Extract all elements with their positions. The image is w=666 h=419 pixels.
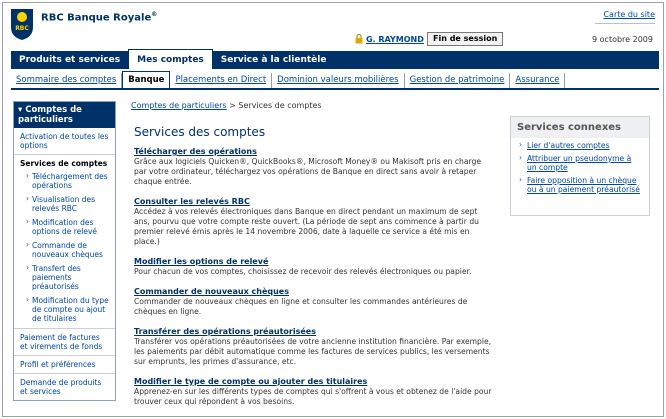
section-statements: Consulter les relevés RBC Accédez à vos … xyxy=(134,197,494,247)
brand-name: RBC Banque Royale® xyxy=(41,11,157,23)
rbc-logo[interactable]: RBC xyxy=(9,7,35,41)
section-link-statement-options[interactable]: Modifier les options de relevé xyxy=(134,257,494,267)
subtab-account-summary[interactable]: Sommaire des comptes xyxy=(11,73,123,88)
left-nav-sub-statements[interactable]: Visualisation des relevés RBC xyxy=(14,193,115,216)
brand-text: RBC Banque Royale xyxy=(41,12,152,24)
section-link-order-cheques[interactable]: Commander de nouveaux chèques xyxy=(134,287,494,297)
main-tabs: Produits et services Mes comptes Service… xyxy=(11,49,659,69)
section-order-cheques: Commander de nouveaux chèques Commander … xyxy=(134,287,494,317)
breadcrumb-current: Services de comptes xyxy=(238,101,322,110)
tab-products-services[interactable]: Produits et services xyxy=(11,51,128,69)
left-nav-sub-modify-account[interactable]: Modification du type de compte ou ajout … xyxy=(14,294,115,329)
related-services-box: Services connexes Lier d'autres comptes … xyxy=(510,116,650,216)
subtab-banking[interactable]: Banque xyxy=(122,71,171,88)
section-text-modify-account: Apprenez-en sur les différents types de … xyxy=(134,387,492,406)
brand-mark: ® xyxy=(151,11,158,18)
left-nav-sub-order-cheques[interactable]: Commande de nouveaux chèques xyxy=(14,239,115,262)
section-link-modify-account[interactable]: Modifier le type de compte ou ajouter de… xyxy=(134,377,494,387)
section-statement-options: Modifier les options de relevé Pour chac… xyxy=(134,257,494,277)
section-text-download: Grâce aux logiciels Quicken®, QuickBooks… xyxy=(134,157,481,186)
section-link-transfer-preauth[interactable]: Transférer des opérations préautorisées xyxy=(134,327,494,337)
sub-tabs: Sommaire des comptes Banque Placements e… xyxy=(11,71,659,90)
breadcrumb-separator: > xyxy=(229,101,236,110)
logout-button[interactable]: Fin de session xyxy=(427,32,504,46)
left-nav-sub-transfer-preauth[interactable]: Transfert des paiements préautorisés xyxy=(14,262,115,294)
user-link[interactable]: G. RAYMOND xyxy=(355,34,424,44)
tab-my-accounts[interactable]: Mes comptes xyxy=(128,49,213,69)
tab-customer-service[interactable]: Service à la clientèle xyxy=(213,51,335,69)
left-nav-header[interactable]: ▾ Comptes de particuliers xyxy=(14,102,115,128)
left-nav-sub-download[interactable]: Téléchargement des opérations xyxy=(14,170,115,193)
related-link-stop-payment[interactable]: Faire opposition à un chèque ou à un pai… xyxy=(511,173,649,195)
left-nav-profile[interactable]: Profil et préférences xyxy=(14,356,115,374)
related-services-title: Services connexes xyxy=(511,117,649,138)
section-transfer-preauth: Transférer des opérations préautorisées … xyxy=(134,327,494,367)
left-nav-header-label: Comptes de particuliers xyxy=(18,105,82,125)
section-link-download[interactable]: Télécharger des opérations xyxy=(134,147,494,157)
header-divider xyxy=(595,23,655,24)
breadcrumb: Comptes de particuliers > Services de co… xyxy=(131,101,322,110)
page-title: Services des comptes xyxy=(134,125,266,139)
logo-text: RBC xyxy=(15,25,29,32)
related-link-nickname[interactable]: Attribuer un pseudonyme à un compte xyxy=(511,151,649,173)
sitemap-link[interactable]: Carte du site xyxy=(603,10,655,19)
left-nav-activation[interactable]: Activation de toutes les options xyxy=(14,128,115,155)
subtab-insurance[interactable]: Assurance xyxy=(510,73,566,88)
page-frame: RBC RBC Banque Royale® Carte du site G. … xyxy=(2,2,664,417)
subtab-dominion-securities[interactable]: Dominion valeurs mobilières xyxy=(272,73,405,88)
section-text-transfer-preauth: Transférer vos opérations préautorisées … xyxy=(134,337,492,366)
section-text-statement-options: Pour chacun de vos comptes, choisissez d… xyxy=(134,267,472,276)
current-date: 9 octobre 2009 xyxy=(592,35,653,44)
section-download: Télécharger des opérations Grâce aux log… xyxy=(134,147,494,187)
lock-icon xyxy=(355,34,363,44)
section-link-statements[interactable]: Consulter les relevés RBC xyxy=(134,197,494,207)
subtab-direct-investing[interactable]: Placements en Direct xyxy=(170,73,273,88)
left-nav-account-services[interactable]: Services de comptes xyxy=(14,155,115,170)
main-content: Services des comptes Télécharger des opé… xyxy=(134,125,494,416)
left-nav: ▾ Comptes de particuliers Activation de … xyxy=(13,101,116,401)
related-link-link-accounts[interactable]: Lier d'autres comptes xyxy=(511,138,649,151)
section-text-order-cheques: Commander de nouveaux chèques en ligne e… xyxy=(134,297,468,316)
section-text-statements: Accédez à vos relevés électroniques dans… xyxy=(134,207,479,246)
user-name: G. RAYMOND xyxy=(366,34,424,44)
left-nav-sub-statement-options[interactable]: Modification des options de relevé xyxy=(14,216,115,239)
subtab-wealth-management[interactable]: Gestion de patrimoine xyxy=(405,73,511,88)
section-modify-account: Modifier le type de compte ou ajouter de… xyxy=(134,377,494,407)
breadcrumb-link[interactable]: Comptes de particuliers xyxy=(131,101,227,110)
left-nav-apply[interactable]: Demande de produits et services xyxy=(14,374,115,400)
left-nav-bill-payments[interactable]: Paiement de factures et virements de fon… xyxy=(14,329,115,356)
